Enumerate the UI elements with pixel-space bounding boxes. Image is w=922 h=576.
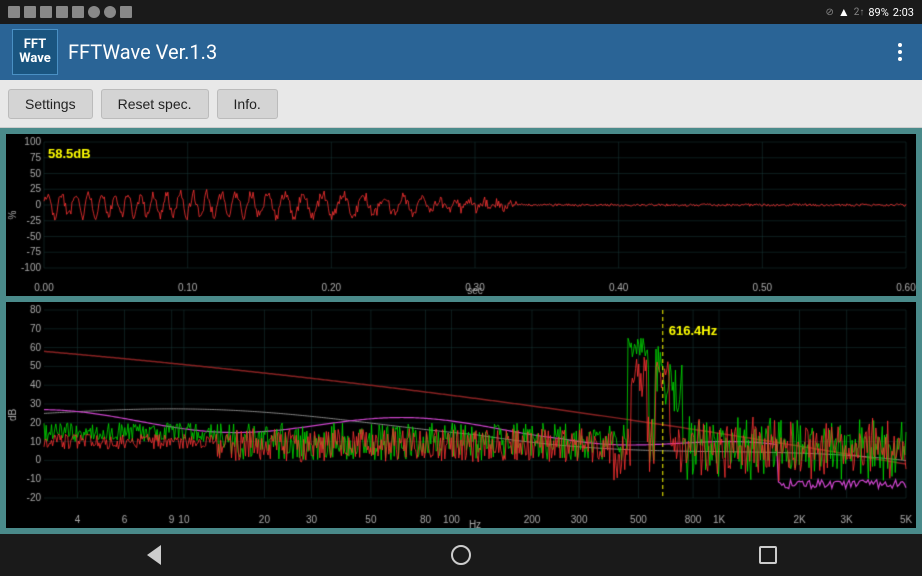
recent-apps-icon	[759, 546, 777, 564]
dot1	[898, 43, 902, 47]
photo-icon	[24, 6, 36, 18]
fft-canvas	[6, 302, 916, 528]
charts-area	[0, 128, 922, 534]
menu-button[interactable]	[890, 35, 910, 69]
back-button[interactable]	[124, 540, 184, 570]
back-icon	[147, 545, 161, 565]
logo-line1: FFT	[24, 38, 46, 52]
signal-icon: 2↑	[854, 7, 865, 18]
app-title: FFTWave Ver.1.3	[68, 40, 217, 64]
reset-spec-button[interactable]: Reset spec.	[101, 89, 209, 119]
recent-apps-button[interactable]	[738, 540, 798, 570]
clock: 2:03	[893, 6, 914, 19]
dot2	[898, 50, 902, 54]
app-header: FFT Wave FFTWave Ver.1.3	[0, 24, 922, 80]
app-icon2	[88, 6, 100, 18]
app-logo-area: FFT Wave FFTWave Ver.1.3	[12, 29, 217, 75]
home-button[interactable]	[431, 540, 491, 570]
settings-button[interactable]: Settings	[8, 89, 93, 119]
wave-chart	[6, 134, 916, 296]
wifi-icon: ▲	[838, 5, 850, 19]
yahoo-icon	[40, 6, 52, 18]
status-bar: ⊘ ▲ 2↑ 89% 2:03	[0, 0, 922, 24]
toolbar: Settings Reset spec. Info.	[0, 80, 922, 128]
no-sim-icon: ⊘	[825, 7, 833, 18]
info-button[interactable]: Info.	[217, 89, 278, 119]
yahoo2-icon	[56, 6, 68, 18]
wave-canvas	[6, 134, 916, 296]
app-icon1	[72, 6, 84, 18]
status-icons-right: ⊘ ▲ 2↑ 89% 2:03	[825, 5, 914, 19]
fft-chart	[6, 302, 916, 528]
battery-pct: 89%	[868, 6, 888, 19]
logo-line2: Wave	[19, 52, 51, 66]
fft-logo: FFT Wave	[12, 29, 58, 75]
home-icon	[451, 545, 471, 565]
status-icons-left	[8, 6, 132, 18]
nav-bar	[0, 534, 922, 576]
notification-icon	[8, 6, 20, 18]
app-icon4	[120, 6, 132, 18]
dot3	[898, 57, 902, 61]
app-icon3	[104, 6, 116, 18]
